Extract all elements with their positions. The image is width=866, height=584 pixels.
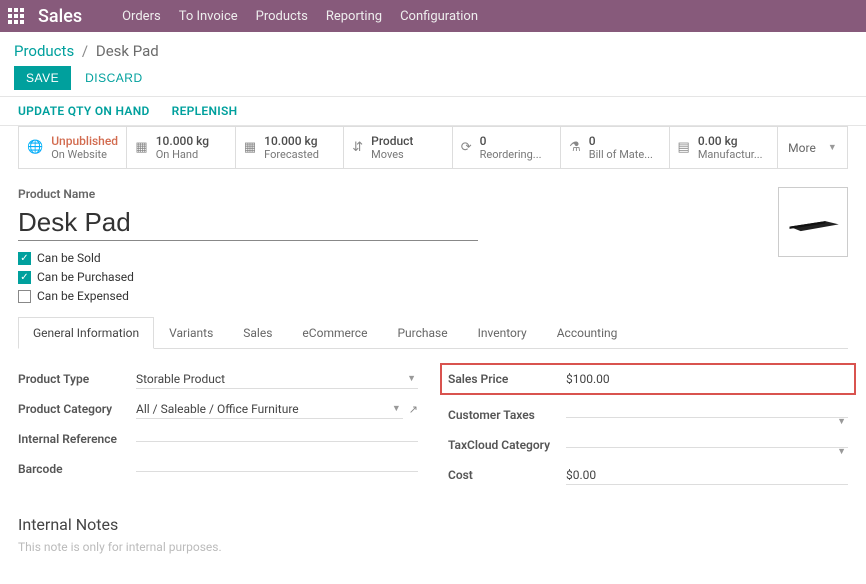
external-link-icon[interactable]: ↗ (409, 403, 418, 416)
chevron-down-icon: ▼ (392, 403, 401, 414)
nav-orders[interactable]: Orders (122, 9, 161, 24)
breadcrumb-parent[interactable]: Products (14, 42, 74, 60)
tab-accounting[interactable]: Accounting (542, 317, 633, 349)
breadcrumb-current: Desk Pad (96, 42, 159, 60)
can-be-expensed-label: Can be Expensed (37, 289, 129, 303)
tab-general-information[interactable]: General Information (18, 317, 154, 349)
chevron-down-icon: ▼ (837, 416, 846, 427)
cost-label: Cost (448, 468, 566, 482)
tab-variants[interactable]: Variants (154, 317, 228, 349)
breadcrumb: Products / Desk Pad (14, 42, 852, 60)
internal-reference-label: Internal Reference (18, 432, 136, 446)
product-type-select[interactable]: Storable Product▼ (136, 370, 418, 389)
nav-reporting[interactable]: Reporting (326, 9, 382, 24)
globe-icon: 🌐 (27, 140, 43, 155)
tab-inventory[interactable]: Inventory (463, 317, 542, 349)
tab-ecommerce[interactable]: eCommerce (287, 317, 382, 349)
cost-input[interactable]: $0.00 (566, 466, 848, 485)
box-icon: ▦ (135, 140, 147, 155)
tab-purchase[interactable]: Purchase (382, 317, 462, 349)
internal-reference-input[interactable] (136, 437, 418, 442)
tab-sales[interactable]: Sales (228, 317, 287, 349)
barcode-label: Barcode (18, 462, 136, 476)
flask-icon: ⚗ (569, 140, 581, 155)
taxcloud-category-select[interactable]: ▼ (566, 443, 848, 448)
internal-notes-heading: Internal Notes (18, 515, 848, 534)
brand-title: Sales (38, 6, 82, 27)
sales-price-label: Sales Price (448, 372, 566, 386)
replenish-button[interactable]: REPLENISH (172, 104, 238, 118)
discard-button[interactable]: DISCARD (85, 71, 143, 85)
stat-bom[interactable]: ⚗ 0Bill of Mate... (561, 127, 669, 168)
product-name-label: Product Name (18, 187, 748, 201)
stat-bar: 🌐 UnpublishedOn Website ▦ 10.000 kgOn Ha… (18, 126, 848, 169)
top-nav: Orders To Invoice Products Reporting Con… (122, 9, 478, 24)
sales-price-highlight: Sales Price $100.00 (440, 363, 856, 395)
stat-website[interactable]: 🌐 UnpublishedOn Website (19, 127, 127, 168)
product-type-label: Product Type (18, 372, 136, 386)
breadcrumb-sep: / (82, 42, 88, 60)
subheader: Products / Desk Pad SAVE DISCARD (0, 32, 866, 96)
customer-taxes-select[interactable]: ▼ (566, 413, 848, 418)
chevron-down-icon: ▼ (828, 142, 837, 153)
nav-products[interactable]: Products (256, 9, 308, 24)
tabs: General Information Variants Sales eComm… (18, 317, 848, 349)
internal-notes-input[interactable]: This note is only for internal purposes. (18, 540, 848, 554)
nav-configuration[interactable]: Configuration (400, 9, 478, 24)
customer-taxes-label: Customer Taxes (448, 408, 566, 422)
save-button[interactable]: SAVE (14, 66, 71, 90)
sales-price-input[interactable]: $100.00 (566, 370, 848, 388)
barcode-input[interactable] (136, 467, 418, 472)
refresh-icon: ⟳ (461, 140, 472, 155)
stat-reordering[interactable]: ⟳ 0Reordering... (453, 127, 561, 168)
chevron-down-icon: ▼ (837, 446, 846, 457)
can-be-sold-label: Can be Sold (37, 251, 101, 265)
transfer-icon: ⇵ (352, 140, 363, 155)
nav-to-invoice[interactable]: To Invoice (179, 9, 238, 24)
topbar: Sales Orders To Invoice Products Reporti… (0, 0, 866, 32)
stat-forecasted[interactable]: ▦ 10.000 kgForecasted (236, 127, 344, 168)
chevron-down-icon: ▼ (407, 373, 416, 384)
can-be-expensed-checkbox[interactable] (18, 290, 31, 303)
product-category-select[interactable]: All / Saleable / Office Furniture▼ (136, 400, 403, 419)
update-qty-button[interactable]: UPDATE QTY ON HAND (18, 104, 150, 118)
box-icon: ▦ (244, 140, 256, 155)
can-be-purchased-checkbox[interactable]: ✓ (18, 271, 31, 284)
stat-manufactured[interactable]: ▤ 0.00 kgManufactur... (670, 127, 778, 168)
product-category-label: Product Category (18, 402, 136, 416)
apps-icon[interactable] (8, 8, 24, 24)
stat-more[interactable]: More▼ (778, 127, 848, 168)
desk-pad-image (785, 211, 841, 233)
stat-moves[interactable]: ⇵ ProductMoves (344, 127, 452, 168)
form-body: 🌐 UnpublishedOn Website ▦ 10.000 kgOn Ha… (0, 126, 866, 584)
can-be-sold-checkbox[interactable]: ✓ (18, 252, 31, 265)
product-image[interactable] (778, 187, 848, 257)
subactions: UPDATE QTY ON HAND REPLENISH (0, 97, 866, 125)
product-name-input[interactable] (18, 205, 478, 241)
layers-icon: ▤ (678, 140, 690, 155)
taxcloud-category-label: TaxCloud Category (448, 438, 566, 452)
can-be-purchased-label: Can be Purchased (37, 270, 134, 284)
stat-onhand[interactable]: ▦ 10.000 kgOn Hand (127, 127, 235, 168)
